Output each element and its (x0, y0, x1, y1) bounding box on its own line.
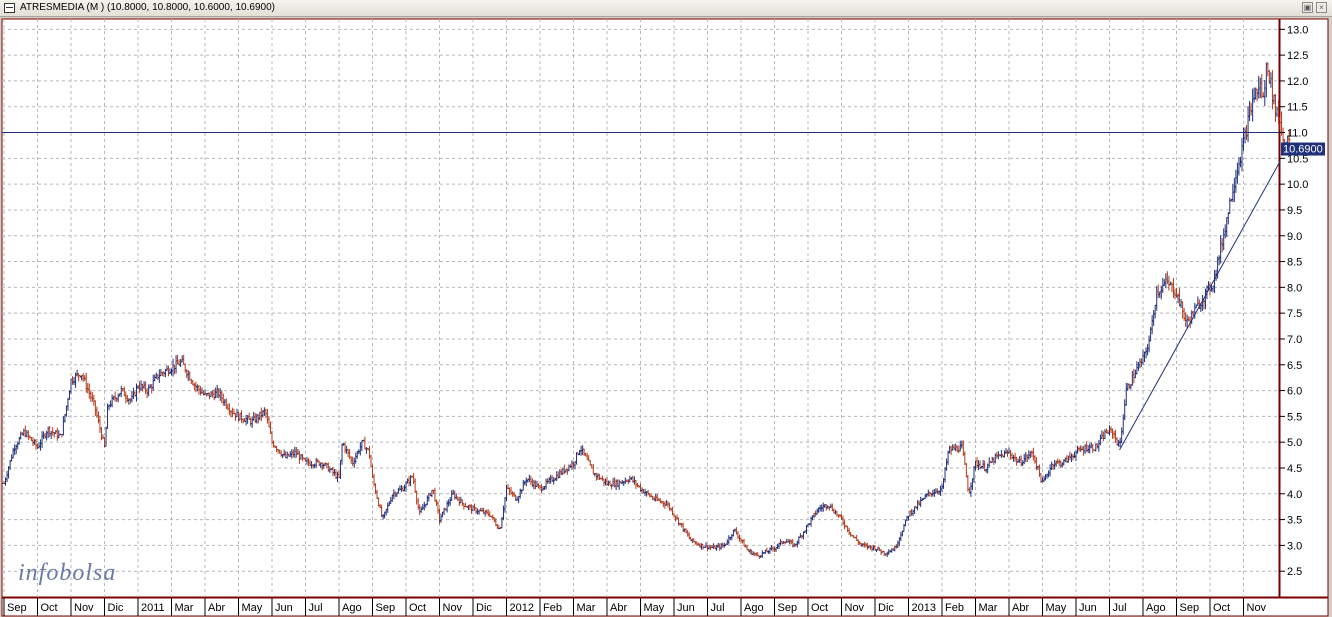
x-tick-label: Nov (74, 602, 94, 614)
x-tick-label: Ago (342, 602, 362, 614)
x-tick-label: Ago (744, 602, 764, 614)
y-tick-label: 5.5 (1287, 411, 1302, 423)
y-tick-label: 11.0 (1287, 128, 1308, 140)
x-tick-label: Jul (711, 602, 725, 614)
y-tick-label: 5.0 (1287, 437, 1302, 449)
y-tick-label: 13.0 (1287, 24, 1308, 36)
y-tick-label: 12.5 (1287, 50, 1308, 62)
y-tick-label: 3.5 (1287, 515, 1302, 527)
x-tick-label: Oct (41, 602, 58, 614)
y-tick-label: 10.0 (1287, 179, 1308, 191)
y-tick-label: 8.0 (1287, 282, 1302, 294)
x-tick-label: Sep (376, 602, 396, 614)
close-button[interactable]: × (1316, 2, 1327, 13)
y-tick-label: 2.5 (1287, 566, 1302, 578)
y-tick-label: 8.5 (1287, 257, 1302, 269)
x-tick-label: Jun (275, 602, 293, 614)
y-tick-label: 6.0 (1287, 386, 1302, 398)
last-price-label: 10.6900 (1283, 144, 1323, 156)
x-tick-label: 2011 (141, 602, 165, 614)
x-tick-label: May (1046, 602, 1067, 614)
close-icon: × (1319, 3, 1324, 12)
x-tick-label: May (644, 602, 665, 614)
x-tick-label: Nov (845, 602, 865, 614)
x-tick-label: Jun (1079, 602, 1097, 614)
x-tick-label: Sep (1180, 602, 1200, 614)
x-tick-label: Oct (409, 602, 426, 614)
restore-button[interactable]: ▣ (1302, 2, 1313, 13)
x-tick-label: 2012 (510, 602, 534, 614)
x-tick-label: 2013 (912, 602, 936, 614)
x-tick-label: Nov (443, 602, 463, 614)
y-tick-label: 7.0 (1287, 334, 1302, 346)
window-title: ATRESMEDIA (M ) (10.8000, 10.8000, 10.60… (20, 2, 275, 13)
x-tick-label: Jun (677, 602, 695, 614)
x-tick-label: Jul (309, 602, 323, 614)
y-tick-label: 9.0 (1287, 231, 1302, 243)
x-tick-label: Dic (108, 602, 124, 614)
last-price-badge: 10.6900 (1281, 142, 1325, 156)
x-tick-label: Mar (577, 602, 596, 614)
x-tick-label: May (242, 602, 263, 614)
x-tick-label: Mar (979, 602, 998, 614)
x-tick-label: Sep (7, 602, 27, 614)
stock-chart: 13.012.512.011.511.010.510.09.59.08.58.0… (0, 17, 1332, 617)
y-tick-label: 4.0 (1287, 489, 1302, 501)
y-tick-label: 11.5 (1287, 102, 1308, 114)
restore-icon: ▣ (1303, 3, 1312, 12)
y-tick-label: 6.5 (1287, 360, 1302, 372)
x-tick-label: Jul (1113, 602, 1127, 614)
y-tick-label: 12.0 (1287, 76, 1308, 88)
x-tick-label: Dic (476, 602, 492, 614)
x-tick-label: Feb (543, 602, 562, 614)
y-tick-label: 4.5 (1287, 463, 1302, 475)
x-tick-label: Abr (1012, 602, 1029, 614)
y-tick-label: 3.0 (1287, 540, 1302, 552)
x-tick-label: Dic (878, 602, 894, 614)
watermark-logo: infobolsa (18, 560, 116, 586)
x-tick-label: Oct (1213, 602, 1230, 614)
x-tick-label: Oct (811, 602, 828, 614)
x-tick-label: Abr (610, 602, 627, 614)
x-tick-label: Ago (1146, 602, 1166, 614)
y-tick-label: 9.5 (1287, 205, 1302, 217)
window-title-bar: ATRESMEDIA (M ) (10.8000, 10.8000, 10.60… (0, 0, 1332, 17)
x-tick-label: Mar (175, 602, 194, 614)
y-tick-label: 7.5 (1287, 308, 1302, 320)
chart-window-icon (4, 3, 15, 13)
x-axis-panel (1, 597, 1329, 617)
x-tick-label: Feb (945, 602, 964, 614)
x-tick-label: Abr (208, 602, 225, 614)
x-tick-label: Nov (1247, 602, 1267, 614)
x-tick-label: Sep (778, 602, 798, 614)
